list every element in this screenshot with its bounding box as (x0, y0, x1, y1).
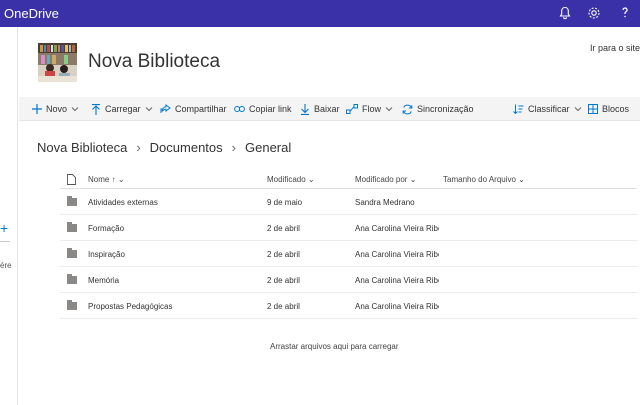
item-name[interactable]: Formação (88, 224, 124, 233)
folder-icon (67, 274, 77, 284)
chevron-down-icon (385, 105, 393, 114)
plus-icon (32, 104, 42, 114)
site-header: Nova Biblioteca Ir para o site (19, 27, 640, 97)
flow-button[interactable]: Flow (346, 97, 393, 121)
item-modified-by: Ana Carolina Vieira Ribeiro (355, 302, 439, 311)
view-label: Blocos (602, 104, 630, 114)
column-modified-label: Modificado (267, 175, 306, 184)
copy-link-button[interactable]: Copiar link (234, 97, 292, 121)
item-modified: 2 de abril (267, 302, 300, 311)
rail-label[interactable]: ére (0, 261, 12, 270)
file-type-icon[interactable] (67, 174, 76, 187)
item-name[interactable]: Propostas Pedagógicas (88, 302, 173, 311)
item-modified-by: Ana Carolina Vieira Ribeiro (355, 224, 439, 233)
download-button[interactable]: Baixar (300, 97, 340, 121)
site-logo[interactable] (38, 43, 77, 82)
upload-icon (91, 103, 101, 115)
flow-icon (346, 104, 358, 114)
upload-button[interactable]: Carregar (91, 97, 153, 121)
sort-ascending-icon: ↑ (111, 175, 116, 184)
chevron-down-icon: ⌄ (518, 175, 525, 184)
app-name[interactable]: OneDrive (4, 6, 59, 21)
list-item[interactable]: Propostas Pedagógicas 2 de abril Ana Car… (60, 293, 637, 319)
column-modified[interactable]: Modificado ⌄ (267, 175, 315, 184)
list-item[interactable]: Inspiração 2 de abril Ana Carolina Vieir… (60, 241, 637, 267)
folder-icon (67, 196, 77, 206)
breadcrumb-current: General (245, 140, 292, 155)
help-icon[interactable] (617, 5, 633, 21)
chevron-right-icon: › (231, 140, 236, 155)
sort-label: Classificar (528, 104, 570, 114)
item-modified: 2 de abril (267, 276, 300, 285)
drop-zone-hint: Arrastar arquivos aqui para carregar (270, 342, 399, 351)
chevron-down-icon (71, 105, 79, 114)
column-modified-by[interactable]: Modificado por ⌄ (355, 175, 416, 184)
goto-site-link[interactable]: Ir para o site (590, 43, 640, 53)
chevron-down-icon (145, 105, 153, 114)
download-label: Baixar (314, 104, 340, 114)
copy-link-label: Copiar link (249, 104, 292, 114)
chevron-down-icon (574, 105, 582, 114)
item-name[interactable]: Atividades externas (88, 198, 158, 207)
sync-label: Sincronização (417, 104, 474, 114)
gear-icon[interactable] (586, 5, 602, 21)
suite-bar: OneDrive (0, 0, 640, 27)
chevron-down-icon: ⌄ (307, 175, 315, 184)
folder-icon (67, 222, 77, 232)
download-icon (300, 103, 310, 115)
sync-icon (402, 104, 413, 115)
column-name-label: Nome (88, 175, 110, 184)
item-name[interactable]: Memória (88, 276, 119, 285)
breadcrumb: Nova Biblioteca › Documentos › General (37, 140, 291, 155)
item-name[interactable]: Inspiração (88, 250, 125, 259)
upload-label: Carregar (105, 104, 141, 114)
list-item[interactable]: Formação 2 de abril Ana Carolina Vieira … (60, 215, 637, 241)
share-label: Compartilhar (175, 104, 227, 114)
chevron-down-icon: ⌄ (117, 175, 125, 184)
item-modified: 9 de maio (267, 198, 303, 207)
sort-icon (513, 104, 524, 114)
view-options-button[interactable]: Blocos (588, 97, 629, 121)
new-button[interactable]: Novo (32, 97, 79, 121)
share-icon (160, 104, 171, 114)
item-modified-by: Sandra Medrano (355, 198, 415, 207)
command-bar: Novo Carregar Compartilhar Copiar link B… (19, 97, 640, 121)
sort-button[interactable]: Classificar (513, 97, 582, 121)
breadcrumb-item[interactable]: Documentos (150, 140, 223, 155)
new-label: Novo (46, 104, 68, 114)
list-header: Nome ↑ ⌄ Modificado ⌄ Modificado por ⌄ T… (60, 170, 637, 189)
tiles-icon (588, 104, 598, 114)
chevron-right-icon: › (136, 140, 141, 155)
item-modified-by: Ana Carolina Vieira Ribeiro (355, 250, 439, 259)
sync-button[interactable]: Sincronização (402, 97, 474, 121)
column-name[interactable]: Nome ↑ ⌄ (88, 175, 125, 184)
breadcrumb-item[interactable]: Nova Biblioteca (37, 140, 127, 155)
add-icon[interactable]: + (0, 220, 8, 236)
list-item[interactable]: Atividades externas 9 de maio Sandra Med… (60, 189, 637, 215)
column-file-size[interactable]: Tamanho do Arquivo ⌄ (443, 175, 525, 184)
left-rail: + ére (0, 27, 18, 405)
bell-icon[interactable] (557, 5, 573, 21)
column-modified-by-label: Modificado por (355, 175, 408, 184)
flow-label: Flow (362, 104, 382, 114)
item-modified: 2 de abril (267, 224, 300, 233)
rail-divider (0, 241, 10, 242)
chevron-down-icon: ⌄ (409, 175, 417, 184)
folder-icon (67, 248, 77, 258)
column-file-size-label: Tamanho do Arquivo (443, 175, 516, 184)
item-modified: 2 de abril (267, 250, 300, 259)
item-modified-by: Ana Carolina Vieira Ribeiro (355, 276, 439, 285)
link-icon (234, 105, 245, 113)
list-item[interactable]: Memória 2 de abril Ana Carolina Vieira R… (60, 267, 637, 293)
site-title: Nova Biblioteca (88, 51, 221, 72)
share-button[interactable]: Compartilhar (160, 97, 227, 121)
folder-icon (67, 300, 77, 310)
